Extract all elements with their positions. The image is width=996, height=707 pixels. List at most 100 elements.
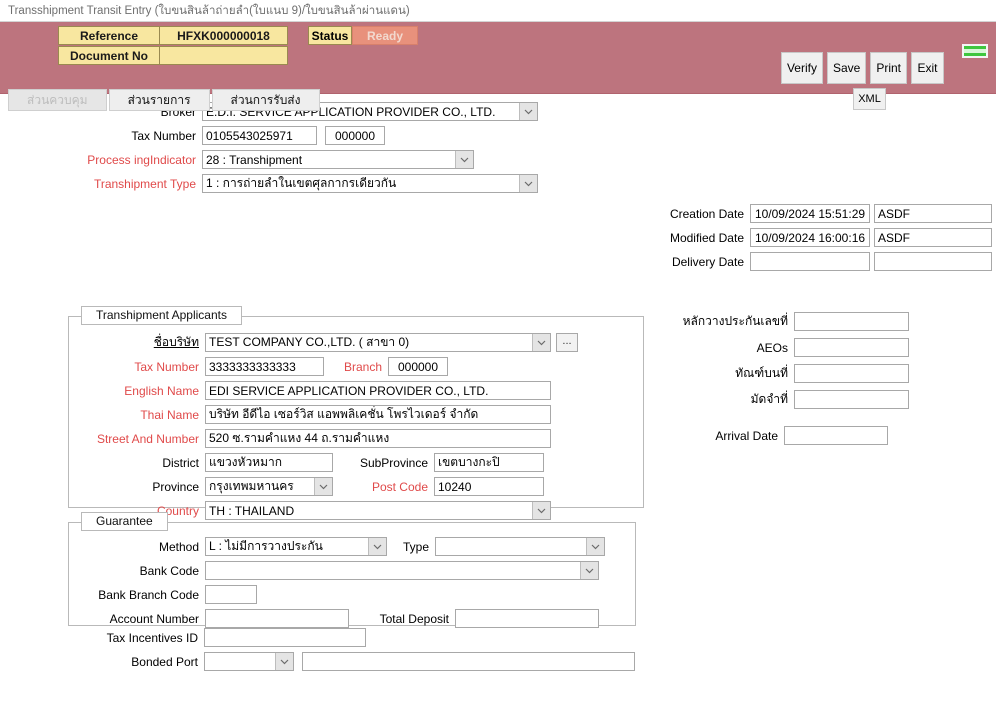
guarantee-no-input[interactable] <box>794 312 909 331</box>
tab-delivery-section[interactable]: ส่วนการรับส่ง <box>211 89 320 111</box>
thai-name-input[interactable] <box>205 405 551 424</box>
tax-number-label: Tax Number <box>131 128 196 143</box>
transhipment-type-label: Transhipment Type <box>93 176 196 191</box>
bank-code-label: Bank Code <box>139 563 199 578</box>
right-guarantee-fields: หลักวางประกันเลขที่ AEOs ทัณฑ์บนที่ มัดจ… <box>660 312 996 414</box>
processing-indicator-row: Process ingIndicator 28 : Transhipment <box>0 150 640 169</box>
modified-user-input[interactable] <box>874 228 992 247</box>
guarantee-no-label: หลักวางประกันเลขที่ <box>682 314 788 328</box>
pledge-no-input[interactable] <box>794 390 909 409</box>
tax-incentives-id-input[interactable] <box>204 628 366 647</box>
district-input[interactable] <box>205 453 333 472</box>
street-and-number-input[interactable] <box>205 429 551 448</box>
applicant-branch-label: Branch <box>343 359 382 374</box>
guarantee-group: Guarantee Method L : ไม่มีการวางประกัน T… <box>68 512 636 628</box>
tab-item-section[interactable]: ส่วนรายการ <box>108 89 210 111</box>
applicant-branch-input[interactable] <box>388 357 448 376</box>
guarantee-no-row: หลักวางประกันเลขที่ <box>660 312 996 331</box>
print-button[interactable]: Print <box>870 52 907 84</box>
company-browse-button[interactable]: ... <box>556 333 578 352</box>
arrival-date-input[interactable] <box>784 426 888 445</box>
street-and-number-label: Street And Number <box>96 431 199 446</box>
creation-date-input[interactable] <box>750 204 870 223</box>
applicant-tax-number-input[interactable] <box>205 357 324 376</box>
guarantee-method-row: Method L : ไม่มีการวางประกัน Type <box>69 537 635 556</box>
account-number-row: Account Number Total Deposit <box>69 609 635 628</box>
document-no-label: Document No <box>58 46 160 65</box>
app-header: Reference HFXK000000018 Status Ready Doc… <box>0 22 996 111</box>
modified-date-label: Modified Date <box>669 230 744 245</box>
creation-user-input[interactable] <box>874 204 992 223</box>
creation-date-label: Creation Date <box>669 206 744 221</box>
company-name-select[interactable]: TEST COMPANY CO.,LTD. ( สาขา 0) <box>205 333 551 352</box>
applicant-tax-number-label: Tax Number <box>134 359 199 374</box>
tax-number-branch-input[interactable] <box>325 126 385 145</box>
transhipment-applicants-legend: Transhipment Applicants <box>81 306 242 325</box>
transhipment-applicants-group: Transhipment Applicants ชื่อบริษัท TEST … <box>68 306 644 520</box>
bonded-warehouse-no-row: ทัณฑ์บนที่ <box>660 364 996 383</box>
country-value: TH : THAILAND <box>209 503 295 518</box>
tax-number-input[interactable] <box>202 126 317 145</box>
delivery-date-input[interactable] <box>750 252 870 271</box>
pledge-no-label: มัดจำที่ <box>750 392 788 406</box>
english-name-label: English Name <box>124 383 199 398</box>
delivery-user-input[interactable] <box>874 252 992 271</box>
exit-button[interactable]: Exit <box>911 52 944 84</box>
window-titlebar: Transshipment Transit Entry (ใบขนสินล้าถ… <box>0 0 996 22</box>
header-document-row: Document No <box>58 46 418 65</box>
bonded-port-description-input[interactable] <box>302 652 635 671</box>
xml-button[interactable]: XML <box>853 88 886 110</box>
guarantee-type-select[interactable] <box>435 537 605 556</box>
delivery-date-row: Delivery Date <box>660 252 996 271</box>
guarantee-legend: Guarantee <box>81 512 168 531</box>
bank-branch-code-input[interactable] <box>205 585 257 604</box>
bank-branch-code-row: Bank Branch Code <box>69 585 635 604</box>
left-top-fields: Broker E.D.I. SERVICE APPLICATION PROVID… <box>0 102 640 198</box>
company-name-row: ชื่อบริษัท TEST COMPANY CO.,LTD. ( สาขา … <box>69 333 643 352</box>
transhipment-type-value: 1 : การถ่ายลำในเขตศุลกากรเดียวกัน <box>206 176 397 190</box>
transhipment-type-select[interactable]: 1 : การถ่ายลำในเขตศุลกากรเดียวกัน <box>202 174 538 193</box>
right-date-fields: Creation Date Modified Date Delivery Dat… <box>660 204 996 276</box>
total-deposit-input[interactable] <box>455 609 599 628</box>
tab-control-section[interactable]: ส่วนควบคุม <box>8 89 107 111</box>
window-title: Transshipment Transit Entry (ใบขนสินล้าถ… <box>8 4 410 17</box>
aeos-label: AEOs <box>756 340 788 355</box>
chevron-down-icon <box>580 562 598 579</box>
account-number-label: Account Number <box>109 611 199 626</box>
account-number-input[interactable] <box>205 609 349 628</box>
country-select[interactable]: TH : THAILAND <box>205 501 551 520</box>
bonded-port-label: Bonded Port <box>131 654 198 669</box>
processing-indicator-select[interactable]: 28 : Transhipment <box>202 150 474 169</box>
bonded-port-select[interactable] <box>204 652 294 671</box>
post-code-input[interactable] <box>434 477 544 496</box>
reference-value[interactable]: HFXK000000018 <box>160 26 288 45</box>
verify-button[interactable]: Verify <box>780 52 823 84</box>
guarantee-type-label: Type <box>402 539 429 554</box>
aeos-row: AEOs <box>660 338 996 357</box>
aeos-input[interactable] <box>794 338 909 357</box>
total-deposit-label: Total Deposit <box>379 611 449 626</box>
chevron-down-icon <box>455 151 473 168</box>
guarantee-method-value: L : ไม่มีการวางประกัน <box>209 539 323 553</box>
header-action-buttons: Verify Save Print Exit <box>780 52 944 84</box>
english-name-input[interactable] <box>205 381 551 400</box>
subprovince-label: SubProvince <box>359 455 428 470</box>
subprovince-input[interactable] <box>434 453 544 472</box>
chevron-down-icon <box>586 538 604 555</box>
province-label: Province <box>152 479 199 494</box>
chevron-down-icon <box>532 502 550 519</box>
tax-number-row: Tax Number <box>0 126 640 145</box>
bank-code-row: Bank Code <box>69 561 635 580</box>
processing-indicator-label: Process ingIndicator <box>87 152 196 167</box>
bonded-port-row: Bonded Port <box>0 652 640 671</box>
modified-date-input[interactable] <box>750 228 870 247</box>
bank-code-select[interactable] <box>205 561 599 580</box>
save-button[interactable]: Save <box>826 52 867 84</box>
header-reference-block: Reference HFXK000000018 Status Ready Doc… <box>58 26 418 66</box>
bottom-left-fields: Tax Incentives ID Bonded Port <box>0 628 640 676</box>
guarantee-method-select[interactable]: L : ไม่มีการวางประกัน <box>205 537 387 556</box>
province-select[interactable]: กรุงเทพมหานคร <box>205 477 333 496</box>
bonded-warehouse-no-input[interactable] <box>794 364 909 383</box>
document-no-value[interactable] <box>160 46 288 65</box>
post-code-label: Post Code <box>371 479 428 494</box>
